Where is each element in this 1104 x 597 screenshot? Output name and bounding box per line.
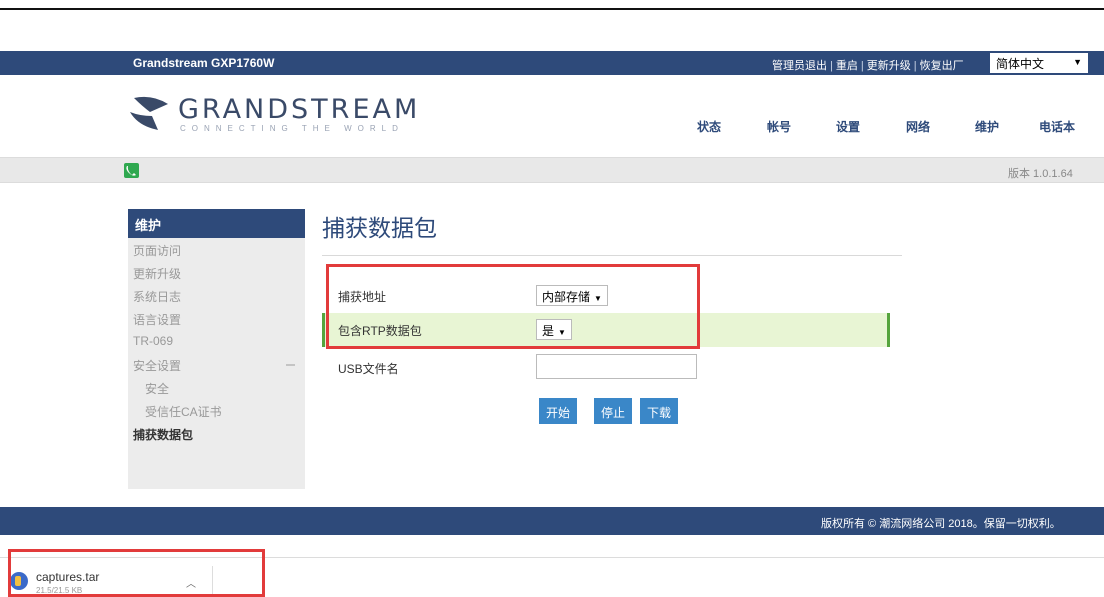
link-separator: | bbox=[860, 60, 864, 72]
upgrade-link[interactable]: 更新升级 bbox=[867, 60, 911, 72]
reboot-link[interactable]: 重启 bbox=[836, 60, 858, 72]
top-links: 管理员退出 | 重启 | 更新升级 | 恢复出厂 bbox=[772, 57, 964, 73]
usb-filename-label: USB文件名 bbox=[338, 362, 399, 376]
sidebar-item-language[interactable]: 语言设置 bbox=[128, 307, 305, 330]
page-title: 捕获数据包 bbox=[322, 215, 437, 241]
sidebar-item-packet-capture[interactable]: 捕获数据包 bbox=[128, 422, 305, 445]
sidebar-item-label: 语言设置 bbox=[133, 313, 182, 327]
top-bar: Grandstream GXP1760W 管理员退出 | 重启 | 更新升级 | 恢复出厂 … bbox=[0, 51, 1104, 75]
phone-icon bbox=[124, 163, 139, 178]
logo-wordmark: GRANDSTREAM bbox=[178, 94, 421, 125]
sidebar-item-trusted-ca[interactable]: 受信任CA证书 bbox=[128, 399, 305, 422]
logout-link[interactable]: 管理员退出 bbox=[772, 60, 827, 72]
nav-status[interactable]: 状态 bbox=[697, 118, 721, 135]
link-separator: | bbox=[830, 60, 833, 72]
language-select[interactable]: 简体中文 ▼ bbox=[990, 53, 1088, 73]
sidebar: 维护 页面访问 更新升级 系统日志 语言设置 TR-069 安全设置 安全 受信… bbox=[128, 209, 305, 489]
factory-reset-link[interactable]: 恢复出厂 bbox=[920, 60, 964, 72]
annotation-box bbox=[326, 264, 700, 349]
stop-button[interactable]: 停止 bbox=[594, 398, 633, 424]
footer: 版权所有 © 潮流网络公司 2018。保留一切权利。 bbox=[0, 507, 1104, 535]
sidebar-item-tr069[interactable]: TR-069 bbox=[128, 330, 305, 353]
sidebar-item-label: 安全设置 bbox=[133, 359, 182, 373]
sidebar-item-label: 更新升级 bbox=[133, 267, 182, 281]
status-bar: 版本 1.0.1.64 bbox=[0, 157, 1104, 183]
logo-tagline: CONNECTING THE WORLD bbox=[180, 124, 404, 133]
sidebar-item-label: TR-069 bbox=[133, 334, 174, 348]
nav-maintenance[interactable]: 维护 bbox=[975, 118, 999, 135]
usb-filename-input[interactable] bbox=[536, 354, 697, 379]
logo-swoosh-icon bbox=[130, 96, 168, 130]
sidebar-item-label: 页面访问 bbox=[133, 244, 182, 258]
sidebar-item-web-access[interactable]: 页面访问 bbox=[128, 238, 305, 261]
sidebar-item-label: 受信任CA证书 bbox=[145, 405, 222, 419]
title-divider bbox=[322, 255, 902, 256]
sidebar-item-syslog[interactable]: 系统日志 bbox=[128, 284, 305, 307]
annotation-box bbox=[8, 549, 265, 597]
nav-network[interactable]: 网络 bbox=[906, 118, 930, 135]
dropdown-arrow-icon: ▼ bbox=[1073, 57, 1082, 67]
sidebar-item-security[interactable]: 安全 bbox=[128, 376, 305, 399]
product-name: Grandstream GXP1760W bbox=[133, 56, 275, 70]
sidebar-item-security-settings[interactable]: 安全设置 bbox=[128, 353, 305, 376]
firmware-version: 版本 1.0.1.64 bbox=[1008, 168, 1073, 180]
link-separator: | bbox=[913, 60, 917, 72]
sidebar-item-label: 系统日志 bbox=[133, 290, 182, 304]
nav-account[interactable]: 帐号 bbox=[767, 118, 791, 135]
copyright-text: 版权所有 © 潮流网络公司 2018。保留一切权利。 bbox=[821, 518, 1061, 530]
nav-settings[interactable]: 设置 bbox=[836, 118, 860, 135]
sidebar-heading: 维护 bbox=[128, 209, 305, 238]
sidebar-item-label: 捕获数据包 bbox=[133, 428, 194, 442]
grandstream-logo: GRANDSTREAM CONNECTING THE WORLD bbox=[128, 92, 428, 142]
nav-phonebook[interactable]: 电话本 bbox=[1039, 118, 1075, 135]
sidebar-item-label: 安全 bbox=[145, 382, 170, 396]
download-button[interactable]: 下载 bbox=[640, 398, 679, 424]
start-button[interactable]: 开始 bbox=[539, 398, 578, 424]
collapse-icon[interactable] bbox=[286, 364, 295, 366]
sidebar-item-upgrade[interactable]: 更新升级 bbox=[128, 261, 305, 284]
language-value: 简体中文 bbox=[996, 57, 1045, 71]
top-border bbox=[0, 8, 1104, 10]
